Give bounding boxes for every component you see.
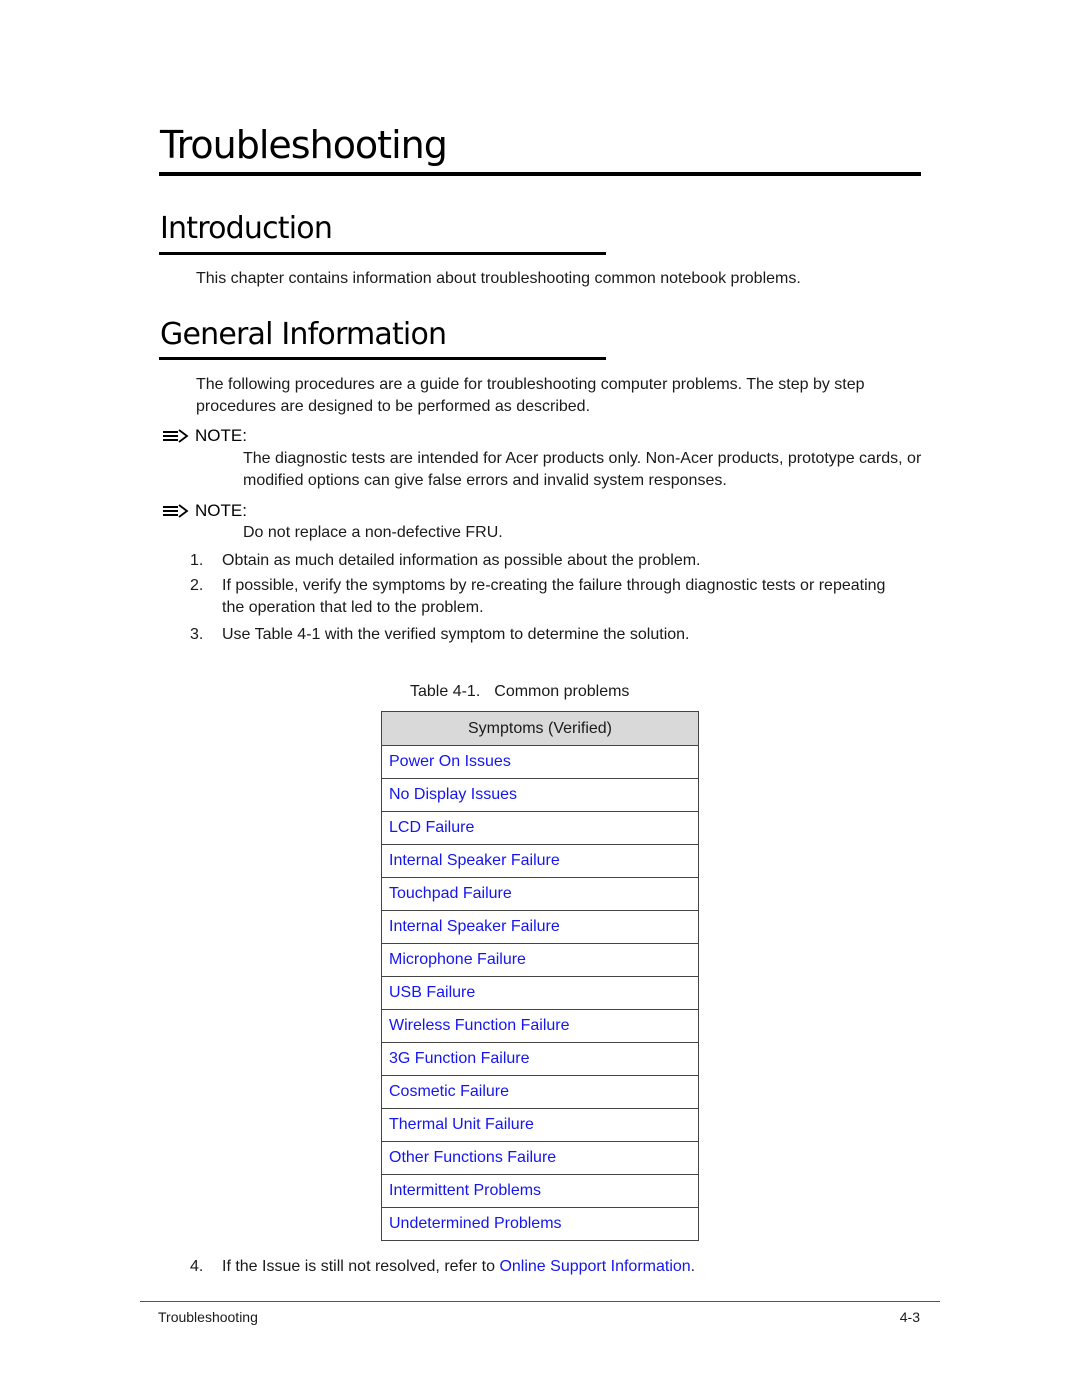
symptom-link-lcd-failure[interactable]: LCD Failure (381, 811, 699, 845)
table-row: 3G Function Failure (381, 1042, 699, 1076)
table-caption-number: Table 4-1. (410, 683, 481, 700)
symptom-link-undetermined-problems[interactable]: Undetermined Problems (381, 1207, 699, 1241)
note-arrow-icon (163, 429, 189, 443)
symptoms-table: Symptoms (Verified) Power On Issues No D… (381, 711, 699, 1241)
introduction-heading: Introduction (160, 211, 333, 246)
step-text: Use Table 4-1 with the verified symptom … (222, 626, 690, 643)
step-number: 3. (190, 626, 204, 643)
note-label: NOTE: (195, 501, 247, 520)
symptom-link-3g-function-failure[interactable]: 3G Function Failure (381, 1042, 699, 1076)
footer-rule (140, 1301, 940, 1302)
chapter-title: Troubleshooting (160, 123, 448, 167)
chapter-title-rule (159, 172, 921, 176)
step-text: Obtain as much detailed information as p… (222, 552, 701, 569)
step-text: If the Issue is still not resolved, refe… (222, 1256, 695, 1278)
footer-page-number: 4-3 (899, 1309, 920, 1325)
table-header-row: Symptoms (Verified) (381, 711, 699, 746)
symptom-link-power-on-issues[interactable]: Power On Issues (381, 745, 699, 779)
table-row: Thermal Unit Failure (381, 1108, 699, 1142)
table-row: LCD Failure (381, 811, 699, 845)
table-row: Undetermined Problems (381, 1207, 699, 1241)
general-information-rule (159, 357, 606, 360)
introduction-body: This chapter contains information about … (196, 270, 801, 287)
symptom-link-other-functions-failure[interactable]: Other Functions Failure (381, 1141, 699, 1175)
table-row: Power On Issues (381, 745, 699, 779)
table-caption: Table 4-1. Common problems (410, 681, 629, 703)
general-information-body: The following procedures are a guide for… (196, 376, 865, 415)
table-caption-title: Common problems (494, 683, 630, 700)
step-text-before: If the Issue is still not resolved, refe… (222, 1258, 500, 1275)
symptom-link-touchpad-failure[interactable]: Touchpad Failure (381, 877, 699, 911)
step-text: If possible, verify the symptoms by re-c… (222, 577, 886, 616)
step-item: 2. If possible, verify the symptoms by r… (190, 575, 890, 619)
note-heading: NOTE: (163, 500, 247, 522)
table-row: Cosmetic Failure (381, 1075, 699, 1109)
note-heading: NOTE: (163, 425, 247, 447)
step-item: 1. Obtain as much detailed information a… (190, 550, 701, 572)
general-information-heading: General Information (160, 317, 447, 352)
table-header-symptoms: Symptoms (Verified) (381, 711, 699, 746)
symptom-link-thermal-unit-failure[interactable]: Thermal Unit Failure (381, 1108, 699, 1142)
table-row: Touchpad Failure (381, 877, 699, 911)
symptom-link-internal-speaker-failure-2[interactable]: Internal Speaker Failure (381, 910, 699, 944)
symptom-link-microphone-failure[interactable]: Microphone Failure (381, 943, 699, 977)
step-item: 4. If the Issue is still not resolved, r… (190, 1256, 695, 1278)
step-text-after: . (690, 1258, 696, 1275)
symptom-link-internal-speaker-failure[interactable]: Internal Speaker Failure (381, 844, 699, 878)
symptom-link-intermittent-problems[interactable]: Intermittent Problems (381, 1174, 699, 1208)
note-label: NOTE: (195, 426, 247, 445)
step-number: 2. (190, 577, 204, 594)
footer-section-title: Troubleshooting (158, 1309, 258, 1325)
step-number: 4. (190, 1258, 204, 1275)
table-row: Intermittent Problems (381, 1174, 699, 1208)
symptom-link-cosmetic-failure[interactable]: Cosmetic Failure (381, 1075, 699, 1109)
table-row: No Display Issues (381, 778, 699, 812)
table-row: Other Functions Failure (381, 1141, 699, 1175)
note-text: Do not replace a non-defective FRU. (243, 524, 503, 541)
symptom-link-wireless-function-failure[interactable]: Wireless Function Failure (381, 1009, 699, 1043)
table-row: Internal Speaker Failure (381, 844, 699, 878)
introduction-rule (159, 252, 606, 255)
note-arrow-icon (163, 504, 189, 518)
step-item: 3. Use Table 4-1 with the verified sympt… (190, 624, 690, 646)
table-row: USB Failure (381, 976, 699, 1010)
symptom-link-usb-failure[interactable]: USB Failure (381, 976, 699, 1010)
online-support-information-link[interactable]: Online Support Information (499, 1258, 690, 1275)
table-row: Microphone Failure (381, 943, 699, 977)
table-row: Wireless Function Failure (381, 1009, 699, 1043)
table-row: Internal Speaker Failure (381, 910, 699, 944)
note-text: The diagnostic tests are intended for Ac… (243, 450, 922, 489)
symptom-link-no-display-issues[interactable]: No Display Issues (381, 778, 699, 812)
step-number: 1. (190, 552, 204, 569)
